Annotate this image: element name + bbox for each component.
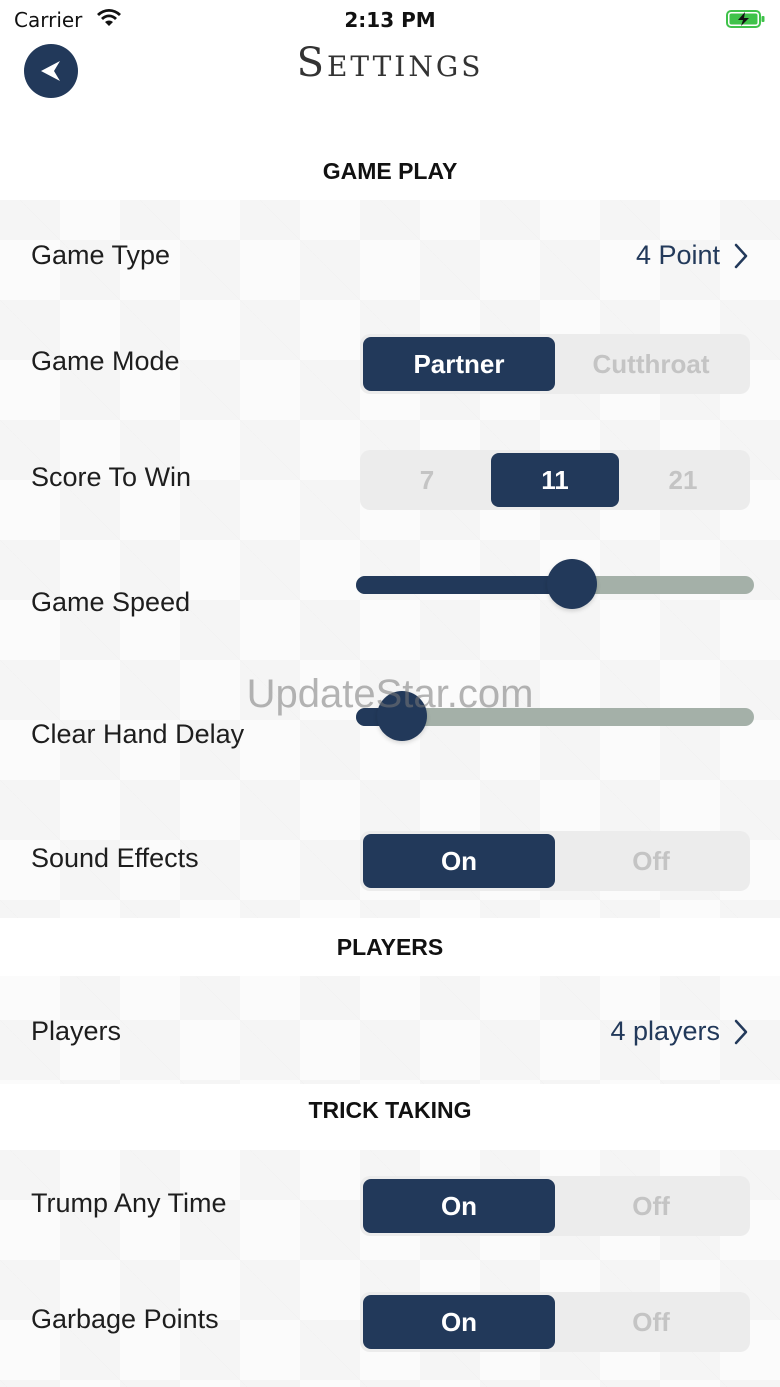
game-mode-option-cutthroat[interactable]: Cutthroat [555,337,747,391]
section-title-players: PLAYERS [336,934,444,960]
clear-hand-delay-label: Clear Hand Delay [31,719,245,749]
battery-charging-icon [726,10,765,28]
page-title: Settings [296,40,484,86]
garbage-points-toggle: On Off [360,1292,750,1352]
game-mode-label: Game Mode [31,346,180,376]
score-to-win-segmented-control: 7 11 21 [360,450,750,510]
chevron-right-icon [734,243,748,268]
players-label: Players [31,1016,122,1046]
trump-any-time-toggle: On Off [360,1176,750,1236]
sound-effects-label: Sound Effects [31,843,199,873]
status-bar: Carrier 2:13 PM [0,0,780,40]
slider-fill [356,576,573,594]
trump-any-time-on[interactable]: On [363,1179,555,1233]
chevron-right-icon [734,1019,748,1044]
score-to-win-label: Score To Win [31,462,192,492]
watermark-text: UpdateStar.com [246,672,534,716]
status-time: 2:13 PM [344,8,436,32]
game-type-value-link[interactable]: 4 Point [636,240,750,271]
game-speed-label: Game Speed [31,587,191,617]
section-title-game-play: GAME PLAY [322,158,458,184]
garbage-points-on[interactable]: On [363,1295,555,1349]
sound-effects-on[interactable]: On [363,834,555,888]
trump-any-time-label: Trump Any Time [31,1188,227,1218]
score-option-21[interactable]: 21 [619,453,747,507]
trump-any-time-off[interactable]: Off [555,1179,747,1233]
players-value-link[interactable]: 4 players [610,1016,750,1047]
game-speed-slider[interactable] [356,559,754,609]
garbage-points-label: Garbage Points [31,1304,219,1334]
slider-thumb[interactable] [547,559,598,609]
game-type-label: Game Type [31,240,171,270]
players-value: 4 players [610,1016,720,1046]
section-title-trick-taking: TRICK TAKING [308,1097,472,1123]
sound-effects-toggle: On Off [360,831,750,891]
garbage-points-off[interactable]: Off [555,1295,747,1349]
score-option-7[interactable]: 7 [363,453,491,507]
game-mode-option-partner[interactable]: Partner [363,337,555,391]
game-mode-segmented-control: Partner Cutthroat [360,334,750,394]
score-option-11[interactable]: 11 [491,453,619,507]
sound-effects-off[interactable]: Off [555,834,747,888]
game-type-value: 4 Point [635,240,720,270]
